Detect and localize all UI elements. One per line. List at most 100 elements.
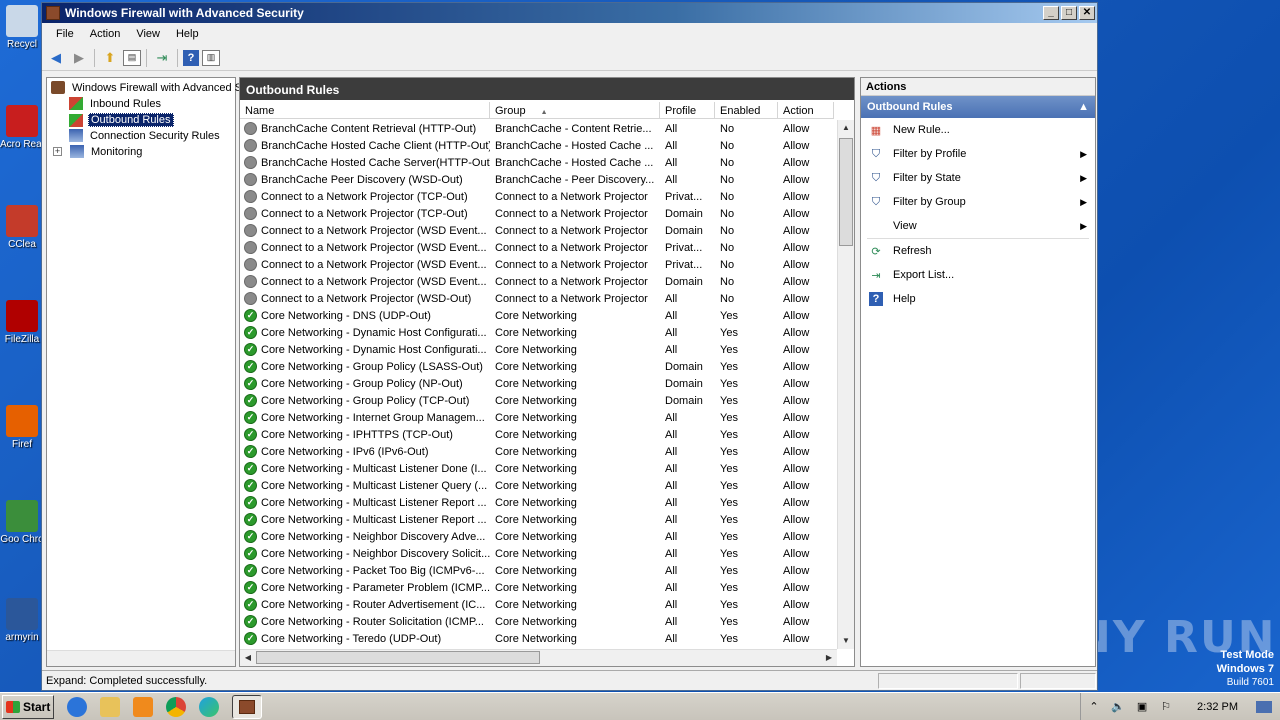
- table-row[interactable]: Connect to a Network Projector (WSD Even…: [240, 256, 834, 273]
- table-row[interactable]: Connect to a Network Projector (TCP-Out)…: [240, 188, 834, 205]
- media-player-icon[interactable]: [133, 696, 153, 717]
- column-header-name[interactable]: Name: [240, 102, 490, 118]
- show-hidden-icons-icon[interactable]: ⌃: [1087, 700, 1101, 714]
- tree-item-connection-security-rules[interactable]: Connection Security Rules: [69, 129, 222, 142]
- scroll-right-icon[interactable]: ▶: [821, 650, 837, 666]
- table-row[interactable]: ✓ Core Networking - Packet Too Big (ICMPv…: [240, 562, 834, 579]
- table-row[interactable]: ✓ Core Networking - DNS (UDP-Out) Core Net…: [240, 307, 834, 324]
- tree-horizontal-scrollbar[interactable]: [47, 650, 235, 666]
- table-row[interactable]: BranchCache Hosted Cache Client (HTTP-Ou…: [240, 137, 834, 154]
- expand-plus-icon[interactable]: +: [53, 147, 62, 156]
- action-help[interactable]: ? Help: [861, 287, 1095, 311]
- start-button[interactable]: Start: [2, 694, 54, 719]
- minimize-button[interactable]: _: [1043, 6, 1059, 20]
- table-row[interactable]: ✓ Core Networking - Multicast Listener Qu…: [240, 477, 834, 494]
- table-row[interactable]: ✓ Core Networking - Neighbor Discovery So…: [240, 545, 834, 562]
- menu-help[interactable]: Help: [168, 28, 207, 40]
- table-row[interactable]: ✓ Core Networking - Router Advertisement …: [240, 596, 834, 613]
- vertical-scroll-thumb[interactable]: [839, 138, 853, 246]
- horizontal-scroll-thumb[interactable]: [256, 651, 540, 664]
- table-row[interactable]: Connect to a Network Projector (WSD Even…: [240, 239, 834, 256]
- table-row[interactable]: ✓ Core Networking - Group Policy (LSASS-O…: [240, 358, 834, 375]
- tree-item-outbound-rules[interactable]: Outbound Rules: [69, 113, 174, 127]
- actions-section-header[interactable]: Outbound Rules ▲: [861, 96, 1095, 118]
- up-folder-icon[interactable]: ⬆: [100, 48, 120, 68]
- rule-name: BranchCache Content Retrieval (HTTP-Out): [261, 122, 477, 135]
- table-row[interactable]: ✓ Core Networking - Router Solicitation (…: [240, 613, 834, 630]
- column-header-group[interactable]: Group ▲: [490, 102, 660, 118]
- scroll-up-icon[interactable]: ▲: [838, 120, 854, 136]
- action-new-rule[interactable]: ▦ New Rule...: [861, 118, 1095, 142]
- help-icon[interactable]: ?: [183, 49, 199, 66]
- desktop-icon[interactable]: Acro Reade: [0, 105, 44, 150]
- horizontal-scrollbar[interactable]: ◀ ▶: [240, 649, 837, 666]
- desktop-icon[interactable]: CClea: [0, 205, 44, 250]
- taskbar: Start ⌃ 🔈 ▣ ⚐ 2:32 PM: [0, 692, 1280, 720]
- column-header-enabled[interactable]: Enabled: [715, 102, 778, 118]
- desktop-icon[interactable]: Goo Chro: [0, 500, 44, 545]
- scroll-down-icon[interactable]: ▼: [838, 633, 854, 649]
- tree-root[interactable]: Windows Firewall with Advanced S: [51, 81, 244, 94]
- network-icon[interactable]: ▣: [1135, 700, 1149, 714]
- table-row[interactable]: ✓ Core Networking - Multicast Listener Re…: [240, 511, 834, 528]
- table-row[interactable]: ✓ Core Networking - Dynamic Host Configur…: [240, 341, 834, 358]
- show-hide-action-pane-icon[interactable]: ▥: [202, 49, 220, 66]
- testmode-line3: Build 7601: [1226, 677, 1274, 688]
- table-row[interactable]: BranchCache Peer Discovery (WSD-Out) Bran…: [240, 171, 834, 188]
- internet-explorer-icon[interactable]: [67, 696, 87, 717]
- tree-item-monitoring[interactable]: + Monitoring: [53, 145, 144, 158]
- edge-icon[interactable]: [199, 696, 219, 717]
- table-row[interactable]: BranchCache Hosted Cache Server(HTTP-Out…: [240, 154, 834, 171]
- back-arrow-icon[interactable]: ◀: [46, 48, 66, 68]
- export-list-icon[interactable]: ⇥: [152, 48, 172, 68]
- table-row[interactable]: ✓ Core Networking - Multicast Listener Re…: [240, 494, 834, 511]
- menu-file[interactable]: File: [48, 28, 82, 40]
- show-hide-console-tree-icon[interactable]: ▤: [123, 49, 141, 66]
- volume-icon[interactable]: 🔈: [1111, 700, 1125, 714]
- column-header-profile[interactable]: Profile: [660, 102, 715, 118]
- table-row[interactable]: ✓ Core Networking - IPHTTPS (TCP-Out) Core…: [240, 426, 834, 443]
- column-header-action[interactable]: Action: [778, 102, 834, 118]
- clock[interactable]: 2:32 PM: [1197, 701, 1238, 713]
- action-export-list[interactable]: ⇥ Export List...: [861, 263, 1095, 287]
- table-row[interactable]: BranchCache Content Retrieval (HTTP-Out)…: [240, 120, 834, 137]
- rule-disabled-icon: [244, 207, 257, 220]
- table-row[interactable]: Connect to a Network Projector (WSD Even…: [240, 222, 834, 239]
- title-bar[interactable]: Windows Firewall with Advanced Security …: [42, 3, 1097, 23]
- menu-view[interactable]: View: [128, 28, 168, 40]
- table-row[interactable]: Connect to a Network Projector (WSD Even…: [240, 273, 834, 290]
- action-refresh[interactable]: ⟳ Refresh: [861, 239, 1095, 263]
- vertical-scrollbar[interactable]: ▲ ▼: [837, 120, 854, 649]
- chrome-icon[interactable]: [166, 696, 186, 717]
- close-button[interactable]: ✕: [1079, 6, 1095, 20]
- action-filter-by-profile[interactable]: ⛉ Filter by Profile ▶: [861, 142, 1095, 166]
- table-row[interactable]: ✓ Core Networking - Group Policy (NP-Out)…: [240, 375, 834, 392]
- action-filter-by-group[interactable]: ⛉ Filter by Group ▶: [861, 190, 1095, 214]
- table-row[interactable]: ✓ Core Networking - Parameter Problem (IC…: [240, 579, 834, 596]
- action-filter-by-state[interactable]: ⛉ Filter by State ▶: [861, 166, 1095, 190]
- forward-arrow-icon[interactable]: ▶: [69, 48, 89, 68]
- menu-action[interactable]: Action: [82, 28, 129, 40]
- tree-item-inbound-rules[interactable]: Inbound Rules: [69, 97, 163, 110]
- action-view[interactable]: View ▶: [861, 214, 1095, 238]
- desktop-icon[interactable]: Recycl: [0, 5, 44, 50]
- scroll-left-icon[interactable]: ◀: [240, 650, 256, 666]
- desktop-icon[interactable]: armyrin: [0, 598, 44, 643]
- desktop-icon[interactable]: FileZilla: [0, 300, 44, 345]
- table-row[interactable]: ✓ Core Networking - Teredo (UDP-Out) Core …: [240, 630, 834, 647]
- collapse-up-icon[interactable]: ▲: [1078, 101, 1089, 113]
- action-center-flag-icon[interactable]: ⚐: [1159, 700, 1173, 714]
- table-row[interactable]: ✓ Core Networking - IPv6 (IPv6-Out) Core N…: [240, 443, 834, 460]
- maximize-button[interactable]: □: [1061, 6, 1077, 20]
- table-row[interactable]: ✓ Core Networking - Neighbor Discovery Ad…: [240, 528, 834, 545]
- table-row[interactable]: ✓ Core Networking - Dynamic Host Configur…: [240, 324, 834, 341]
- table-row[interactable]: ✓ Core Networking - Group Policy (TCP-Out…: [240, 392, 834, 409]
- table-row[interactable]: ✓ Core Networking - Internet Group Manage…: [240, 409, 834, 426]
- show-desktop-icon[interactable]: [1256, 701, 1272, 713]
- explorer-folder-icon[interactable]: [100, 696, 120, 717]
- firewall-taskbar-button[interactable]: [232, 694, 262, 719]
- desktop-icon[interactable]: Firef: [0, 405, 44, 450]
- table-row[interactable]: Connect to a Network Projector (TCP-Out)…: [240, 205, 834, 222]
- table-row[interactable]: Connect to a Network Projector (WSD-Out)…: [240, 290, 834, 307]
- table-row[interactable]: ✓ Core Networking - Multicast Listener Do…: [240, 460, 834, 477]
